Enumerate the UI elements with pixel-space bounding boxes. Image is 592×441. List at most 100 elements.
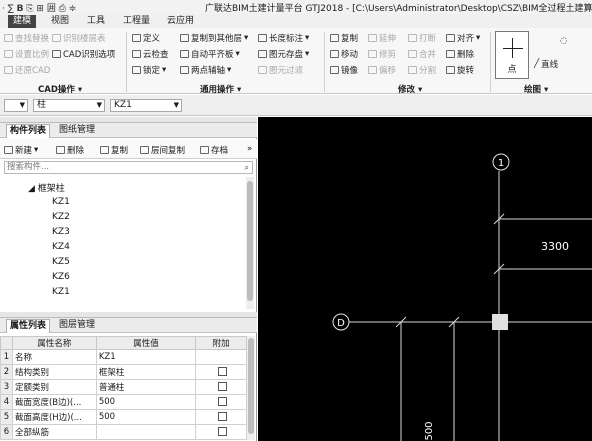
copy-floor-icon	[180, 34, 189, 42]
cad-options-button[interactable]: CAD识别选项	[52, 48, 115, 60]
modify-group-label[interactable]: 修改 ▾	[398, 83, 422, 95]
ribbon-divider	[126, 32, 127, 92]
merge-icon	[408, 50, 417, 58]
lock-button[interactable]: 锁定 ▾	[132, 64, 166, 76]
attach-checkbox[interactable]	[217, 382, 227, 391]
arc-draw-button[interactable]: ◌	[560, 36, 567, 46]
axis-label-1: 1	[498, 158, 504, 169]
extend-button[interactable]: 延伸	[368, 32, 396, 44]
trim-button[interactable]: 修剪	[368, 48, 396, 60]
offset-button[interactable]: 偏移	[368, 64, 396, 76]
offset-icon	[368, 66, 377, 74]
component-search-input[interactable]: 搜索构件... ⌕	[4, 161, 253, 174]
component-select[interactable]: KZ1 ▼	[110, 99, 182, 112]
line-draw-button[interactable]: ╱ 直线	[534, 58, 558, 70]
attach-checkbox[interactable]	[217, 412, 227, 421]
table-row[interactable]: 4 截面宽度(B边)(... 500	[0, 394, 247, 410]
rotate-icon	[446, 66, 455, 74]
trim-icon	[368, 50, 377, 58]
property-panel: 属性列表 图层管理 属性名称 属性值 附加 1 名称 KZ1 2 结构类别 框架…	[0, 312, 257, 441]
tab-view[interactable]: 视图	[46, 15, 74, 28]
floor-select[interactable]: ▼	[4, 99, 28, 112]
scrollbar-thumb[interactable]	[247, 181, 253, 301]
column-header-name: 属性名称	[11, 336, 97, 350]
cad-group-label[interactable]: CAD操作 ▾	[38, 83, 82, 95]
mirror-button[interactable]: 镜像	[330, 64, 358, 76]
table-row[interactable]: 6 全部纵筋	[0, 424, 247, 440]
table-row[interactable]: 5 截面高度(H边)(... 500	[0, 409, 247, 425]
copy-icon	[100, 146, 109, 154]
define-button[interactable]: 定义	[132, 32, 160, 44]
list-item[interactable]: KZ5	[52, 257, 70, 267]
tab-property-list[interactable]: 属性列表	[6, 319, 51, 333]
archive-icon	[200, 146, 209, 154]
delete-button[interactable]: 删除	[446, 48, 474, 60]
list-item[interactable]: KZ1	[52, 197, 70, 207]
line-icon: ╱	[534, 59, 540, 69]
cloud-check-button[interactable]: 云检查	[132, 48, 169, 60]
list-item[interactable]: KZ3	[52, 227, 70, 237]
length-dimension-button[interactable]: 长度标注 ▾	[258, 32, 309, 44]
tab-component-list[interactable]: 构件列表	[6, 124, 51, 138]
element-filter-button[interactable]: 图元过滤	[258, 64, 303, 76]
point-draw-button[interactable]: 点	[495, 31, 529, 79]
window-title: 广联达BIM土建计量平台 GTJ2018 - [C:\Users\Adminis…	[205, 4, 592, 14]
table-row[interactable]: 1 名称 KZ1	[0, 349, 247, 365]
attach-checkbox[interactable]	[217, 367, 227, 376]
ribbon-tabs: 建模 视图 工具 工程量 云应用	[0, 14, 592, 28]
component-list-panel: 构件列表 图纸管理 新建 ▾ 删除 复制 层间复制 存档 » 搜索构件... ⌕…	[0, 117, 257, 312]
list-item[interactable]: KZ6	[52, 272, 70, 282]
attach-checkbox[interactable]	[217, 397, 227, 406]
general-group-label[interactable]: 通用操作 ▾	[200, 83, 241, 95]
tab-quantities[interactable]: 工程量	[118, 15, 155, 28]
two-point-axis-button[interactable]: 两点辅轴 ▾	[180, 64, 231, 76]
copy-to-other-floor-button[interactable]: 复制到其他层 ▾	[180, 32, 248, 44]
cloud-icon	[132, 50, 141, 58]
property-scrollbar[interactable]	[247, 336, 255, 440]
draw-group-label[interactable]: 绘图 ▾	[524, 83, 548, 95]
component-type-select[interactable]: 柱 ▼	[33, 99, 105, 112]
rotate-button[interactable]: 旋转	[446, 64, 474, 76]
move-button[interactable]: 移动	[330, 48, 358, 60]
list-item[interactable]: KZ4	[52, 242, 70, 252]
break-button[interactable]: 打断	[408, 32, 436, 44]
flush-icon	[180, 50, 189, 58]
column-element[interactable]	[492, 314, 508, 330]
table-row[interactable]: 2 结构类别 框架柱	[0, 364, 247, 380]
save-elements-button[interactable]: 图元存盘 ▾	[258, 48, 309, 60]
scrollbar-thumb[interactable]	[248, 338, 254, 434]
tab-layer-management[interactable]: 图层管理	[56, 319, 98, 333]
tab-cloud[interactable]: 云应用	[162, 15, 199, 28]
tab-drawing-management[interactable]: 图纸管理	[56, 124, 98, 138]
delete-component-button[interactable]: 删除	[56, 144, 84, 156]
floor-table-icon	[52, 34, 61, 42]
tab-tools[interactable]: 工具	[82, 15, 110, 28]
copy-button[interactable]: 复制	[330, 32, 358, 44]
split-button[interactable]: 分割	[408, 64, 436, 76]
tab-modeling[interactable]: 建模	[8, 15, 37, 28]
component-list-scrollbar[interactable]	[246, 177, 254, 309]
align-button[interactable]: 对齐 ▾	[446, 32, 480, 44]
list-item[interactable]: KZ1	[52, 287, 70, 297]
restore-cad-button[interactable]: 还原CAD	[4, 64, 50, 76]
canvas-drawing: 1 D 3300 500	[332, 153, 592, 441]
tree-node-frame-column[interactable]: ◢ 框架柱	[28, 181, 65, 194]
attach-checkbox[interactable]	[217, 427, 227, 436]
list-item[interactable]: KZ2	[52, 212, 70, 222]
quick-access-toolbar[interactable]: · ∑ 𝗕 ⎘ ⊞ 囲 ⎙ ≑	[2, 1, 76, 14]
interlayer-copy-button[interactable]: 层间复制	[140, 144, 185, 156]
column-header-extra: 附加	[195, 336, 247, 350]
auto-flush-slab-button[interactable]: 自动平齐板 ▾	[180, 48, 240, 60]
drawing-canvas[interactable]: 1 D 3300 500	[258, 117, 592, 441]
archive-button[interactable]: 存档	[200, 144, 228, 156]
new-component-button[interactable]: 新建 ▾	[4, 144, 38, 156]
copy-component-button[interactable]: 复制	[100, 144, 128, 156]
property-panel-tabs: 属性列表 图层管理	[0, 318, 257, 333]
table-row[interactable]: 3 定额类别 普通柱	[0, 379, 247, 395]
merge-button[interactable]: 合并	[408, 48, 436, 60]
set-scale-button[interactable]: 设置比例	[4, 48, 49, 60]
more-button[interactable]: »	[247, 144, 252, 154]
identify-floor-table-button[interactable]: 识别楼层表	[52, 32, 106, 44]
title-bar: · ∑ 𝗕 ⎘ ⊞ 囲 ⎙ ≑ 广联达BIM土建计量平台 GTJ2018 - […	[0, 0, 592, 14]
find-replace-button[interactable]: 查找替换	[4, 32, 49, 44]
